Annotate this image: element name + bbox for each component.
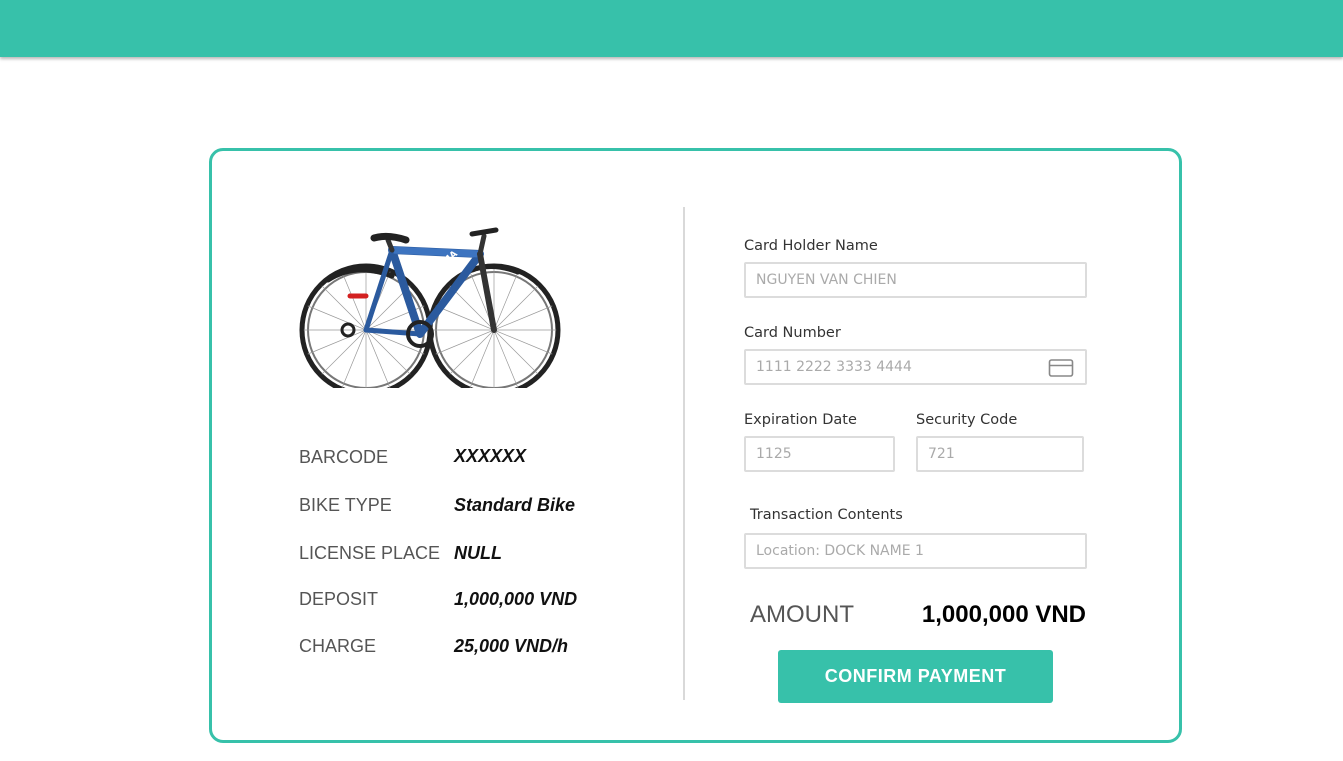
barcode-value: XXXXXX <box>454 446 527 466</box>
card-holder-label: Card Holder Name <box>744 238 878 254</box>
deposit-label: DEPOSIT <box>299 589 379 609</box>
vertical-divider <box>683 207 685 700</box>
expiration-date-label: Expiration Date <box>744 412 857 428</box>
top-bar <box>0 0 1343 57</box>
license-place-value: NULL <box>454 543 502 563</box>
card-number-label: Card Number <box>744 325 841 341</box>
charge-value: 25,000 VND/h <box>454 636 569 656</box>
bicycle-image: ASAMA <box>299 227 561 388</box>
card-number-input[interactable] <box>744 349 1087 385</box>
transaction-contents-label: Transaction Contents <box>750 507 903 523</box>
charge-label: CHARGE <box>299 636 377 656</box>
license-place-label: LICENSE PLACE <box>299 543 441 563</box>
security-code-label: Security Code <box>916 412 1018 428</box>
barcode-label: BARCODE <box>299 447 389 467</box>
security-code-input[interactable] <box>916 436 1084 472</box>
amount-label: AMOUNT <box>750 601 854 628</box>
confirm-payment-button[interactable]: CONFIRM PAYMENT <box>778 650 1053 703</box>
bike-type-value: Standard Bike <box>454 495 576 515</box>
amount-value: 1,000,000 VND <box>921 601 1086 628</box>
card-holder-input[interactable] <box>744 262 1087 298</box>
expiration-date-input[interactable] <box>744 436 895 472</box>
credit-card-icon <box>1048 359 1074 377</box>
transaction-contents-input[interactable] <box>744 533 1087 569</box>
bike-type-label: BIKE TYPE <box>299 495 392 515</box>
deposit-value: 1,000,000 VND <box>454 589 578 609</box>
